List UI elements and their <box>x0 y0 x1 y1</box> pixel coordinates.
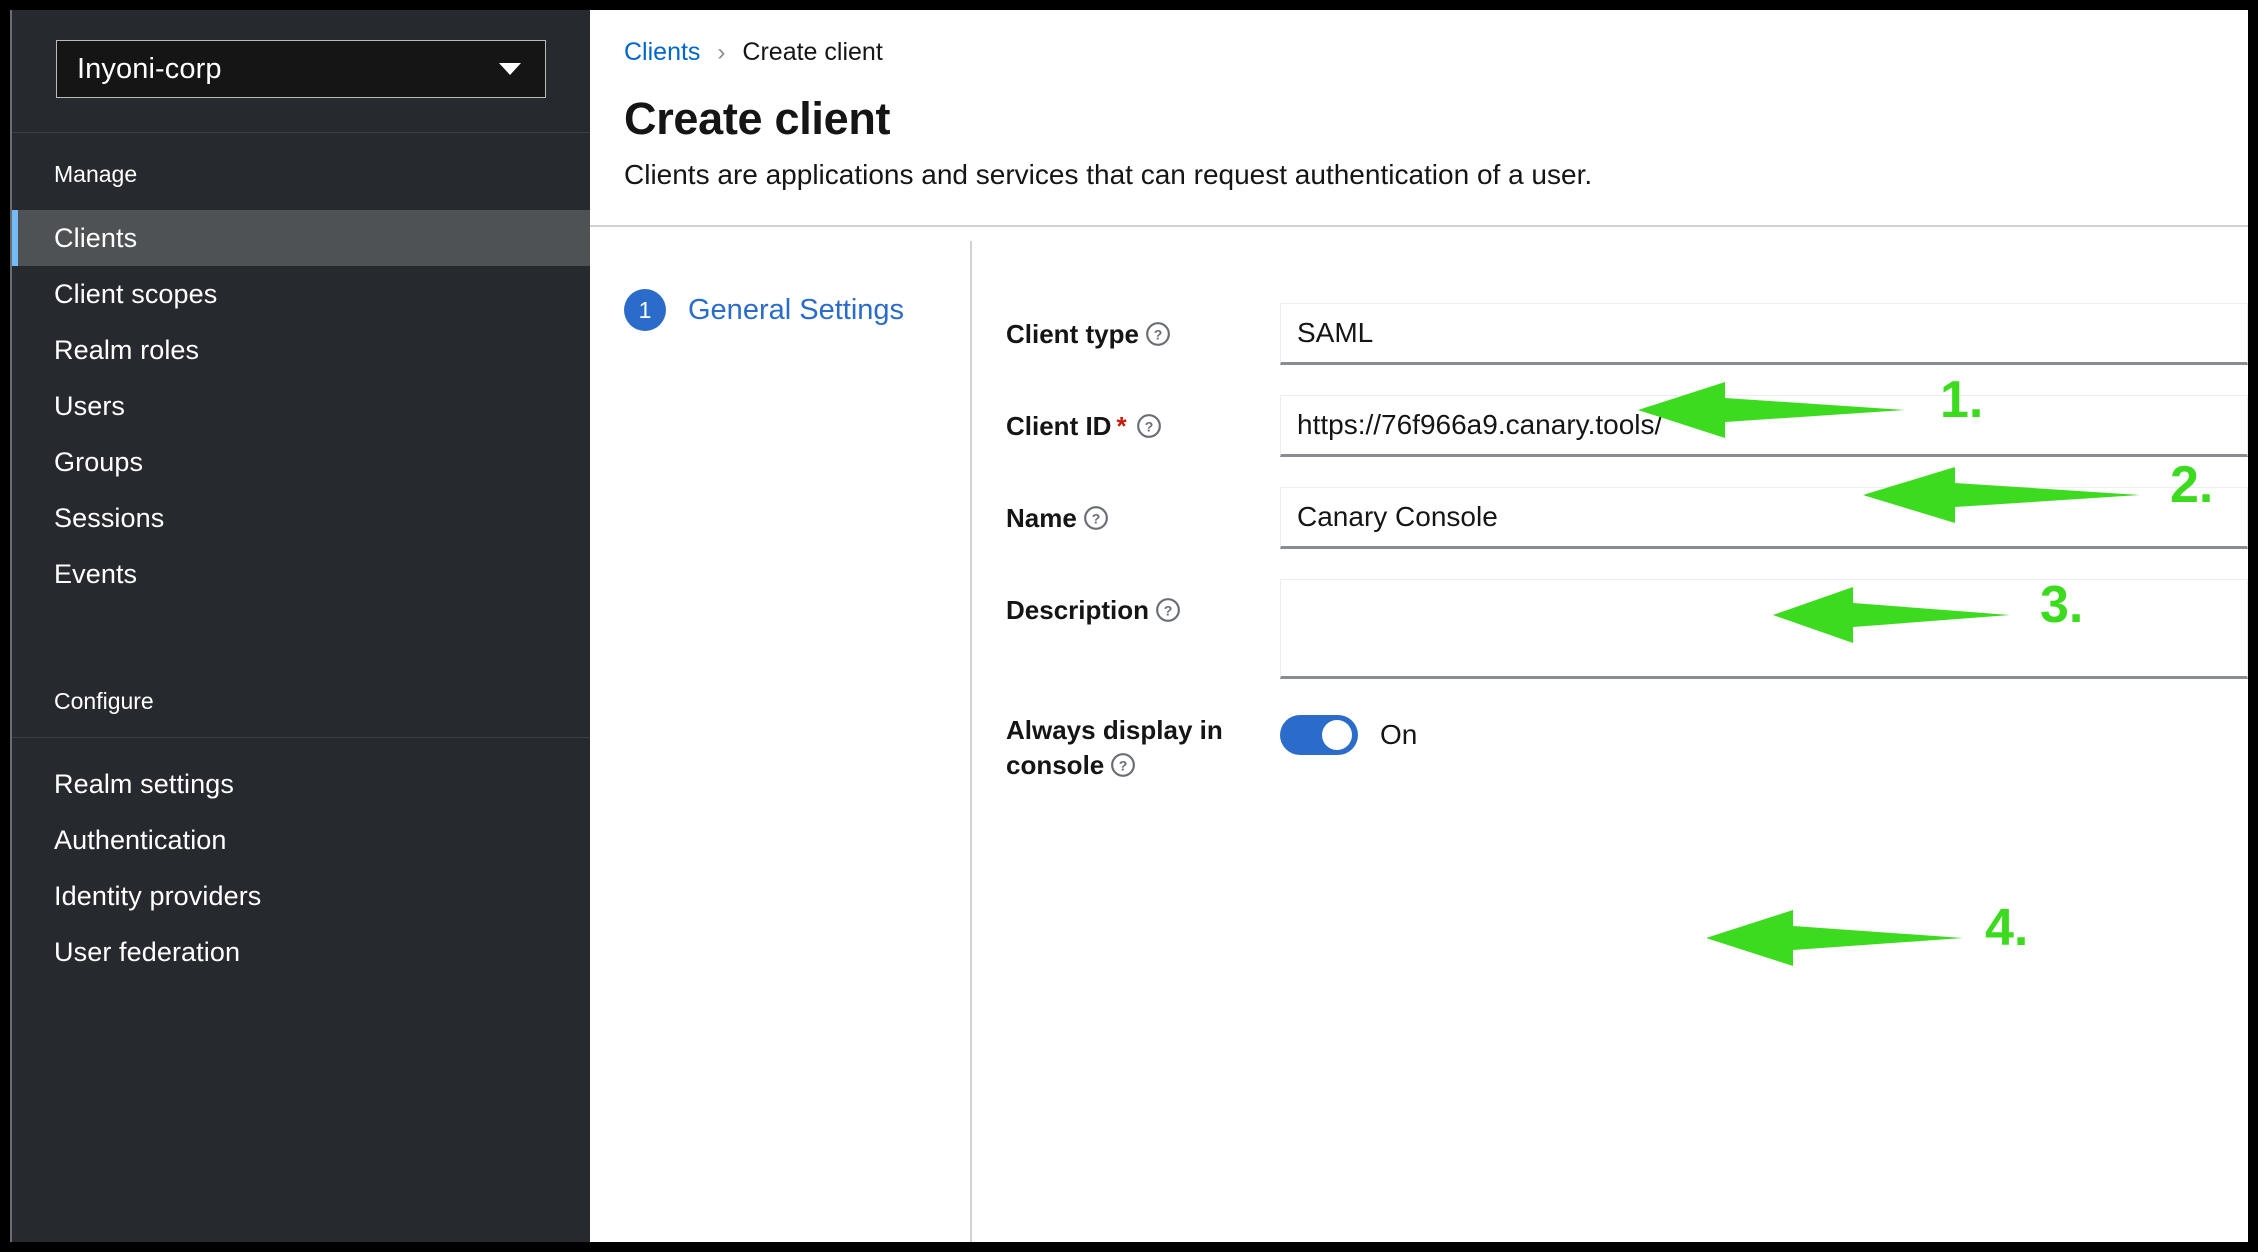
sidebar-item-realm-roles[interactable]: Realm roles <box>12 322 590 378</box>
sidebar-item-events[interactable]: Events <box>12 546 590 602</box>
chevron-down-icon <box>499 63 521 75</box>
svg-text:?: ? <box>1164 602 1173 618</box>
sidebar-item-label: Clients <box>54 223 137 254</box>
nav-spacer <box>12 738 590 756</box>
sidebar-item-user-federation[interactable]: User federation <box>12 924 590 980</box>
sidebar-item-realm-settings[interactable]: Realm settings <box>12 756 590 812</box>
name-label: Name? <box>972 487 1272 540</box>
label-text: Client type <box>1006 319 1139 349</box>
nav-group-title-manage: Manage <box>12 133 590 210</box>
description-field-col <box>1272 579 2248 679</box>
nav-group-title-configure: Configure <box>12 660 590 737</box>
page-title: Create client <box>624 93 2248 145</box>
step-number-badge: 1 <box>624 289 666 331</box>
help-circle-icon[interactable]: ? <box>1083 505 1109 540</box>
sidebar-item-label: Events <box>54 559 137 590</box>
label-text: Description <box>1006 595 1149 625</box>
client-type-field[interactable]: SAML <box>1280 303 2248 365</box>
form-row-always-display: Always display in console? On <box>972 709 2248 787</box>
sidebar: Inyoni-corp Manage Clients Client scopes… <box>10 10 590 1242</box>
toggle-knob <box>1322 720 1352 750</box>
chevron-right-icon: › <box>717 41 725 65</box>
label-text: Client ID <box>1006 411 1111 441</box>
sidebar-item-client-scopes[interactable]: Client scopes <box>12 266 590 322</box>
svg-text:?: ? <box>1144 418 1153 434</box>
client-id-label: Client ID*? <box>972 395 1272 448</box>
sidebar-item-label: Realm roles <box>54 335 199 366</box>
client-id-field[interactable]: https://76f966a9.canary.tools/ <box>1280 395 2248 457</box>
client-type-label: Client type? <box>972 303 1272 356</box>
sidebar-item-sessions[interactable]: Sessions <box>12 490 590 546</box>
sidebar-item-label: User federation <box>54 937 240 968</box>
annotation-number-1: 1. <box>1940 370 1983 430</box>
breadcrumb-current: Create client <box>742 38 882 67</box>
create-client-wizard: 1 General Settings Client type? SAML <box>590 227 2248 1242</box>
realm-selector[interactable]: Inyoni-corp <box>56 40 546 98</box>
label-text: Name <box>1006 503 1077 533</box>
client-type-field-col: SAML <box>1272 303 2248 365</box>
sidebar-item-label: Sessions <box>54 503 164 534</box>
page-header: Clients › Create client Create client Cl… <box>590 10 2248 227</box>
wizard-step-nav: 1 General Settings <box>590 227 970 1242</box>
always-display-switch-row: On <box>1280 709 2248 755</box>
description-field[interactable] <box>1280 579 2248 679</box>
annotation-number-2: 2. <box>2170 455 2213 515</box>
annotation-number-4: 4. <box>1985 898 2028 958</box>
required-marker: * <box>1116 411 1126 441</box>
annotation-number-3: 3. <box>2040 575 2083 635</box>
realm-selector-value: Inyoni-corp <box>77 53 499 86</box>
sidebar-item-identity-providers[interactable]: Identity providers <box>12 868 590 924</box>
main-content: Clients › Create client Create client Cl… <box>590 10 2248 1242</box>
svg-text:?: ? <box>1119 758 1128 774</box>
sidebar-item-groups[interactable]: Groups <box>12 434 590 490</box>
always-display-state-label: On <box>1380 719 1417 751</box>
wizard-form: Client type? SAML Client ID*? https://76… <box>970 241 2248 1242</box>
help-circle-icon[interactable]: ? <box>1136 413 1162 448</box>
form-row-client-type: Client type? SAML <box>972 303 2248 365</box>
name-field-col: Canary Console <box>1272 487 2248 549</box>
name-field[interactable]: Canary Console <box>1280 487 2248 549</box>
svg-text:?: ? <box>1092 510 1101 526</box>
always-display-field-col: On <box>1272 709 2248 755</box>
always-display-label: Always display in console? <box>972 709 1272 787</box>
help-circle-icon[interactable]: ? <box>1110 752 1136 787</box>
sidebar-item-label: Realm settings <box>54 769 234 800</box>
sidebar-item-users[interactable]: Users <box>12 378 590 434</box>
page-subtitle: Clients are applications and services th… <box>624 159 2248 191</box>
sidebar-item-label: Identity providers <box>54 881 261 912</box>
sidebar-item-label: Groups <box>54 447 143 478</box>
sidebar-item-authentication[interactable]: Authentication <box>12 812 590 868</box>
sidebar-item-label: Users <box>54 391 125 422</box>
sidebar-item-clients[interactable]: Clients <box>12 210 590 266</box>
form-row-name: Name? Canary Console <box>972 487 2248 549</box>
help-circle-icon[interactable]: ? <box>1145 321 1171 356</box>
application-window: Inyoni-corp Manage Clients Client scopes… <box>10 10 2248 1242</box>
sidebar-item-label: Client scopes <box>54 279 217 310</box>
sidebar-item-label: Authentication <box>54 825 227 856</box>
client-id-field-col: https://76f966a9.canary.tools/ <box>1272 395 2248 457</box>
step-label: General Settings <box>688 294 904 327</box>
breadcrumb-link-clients[interactable]: Clients <box>624 38 700 67</box>
svg-text:?: ? <box>1154 326 1163 342</box>
description-label: Description? <box>972 579 1272 632</box>
realm-selector-container: Inyoni-corp <box>12 10 590 133</box>
form-row-client-id: Client ID*? https://76f966a9.canary.tool… <box>972 395 2248 457</box>
always-display-toggle[interactable] <box>1280 715 1358 755</box>
nav-spacer <box>12 602 590 660</box>
wizard-step-general-settings[interactable]: 1 General Settings <box>624 289 970 331</box>
help-circle-icon[interactable]: ? <box>1155 597 1181 632</box>
breadcrumb: Clients › Create client <box>624 38 2248 67</box>
